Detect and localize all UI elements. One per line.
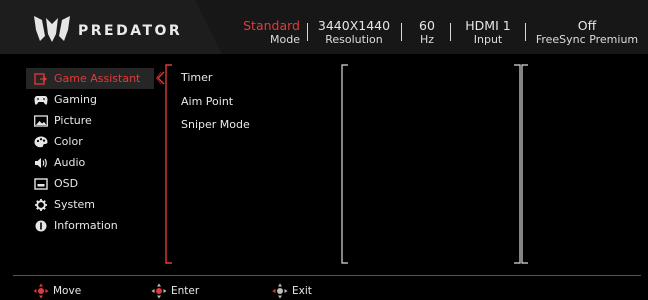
menu-item-label: Information xyxy=(54,219,118,232)
stat-freesync: Off FreeSync Premium xyxy=(530,19,644,47)
stat-input: HDMI 1 Input xyxy=(457,19,519,47)
footer-move-hint: Move xyxy=(33,283,81,299)
menu-item-osd[interactable]: OSD xyxy=(26,173,154,194)
speaker-icon xyxy=(35,157,47,168)
palette-icon xyxy=(34,136,48,147)
menu-item-gaming[interactable]: Gaming xyxy=(26,89,154,110)
header-separator xyxy=(401,23,402,41)
submenu-item-aim-point[interactable]: Aim Point xyxy=(181,92,250,116)
column-bracket-left xyxy=(341,64,348,264)
header-separator xyxy=(450,23,451,41)
gear-icon xyxy=(35,198,47,211)
game-assistant-icon xyxy=(34,72,48,85)
menu-item-label: Gaming xyxy=(54,93,97,106)
submenu-bracket xyxy=(165,64,172,264)
menu-item-label: Picture xyxy=(54,114,92,127)
menu-item-label: OSD xyxy=(54,177,79,190)
submenu-list: Timer Aim Point Sniper Mode xyxy=(181,68,250,139)
stat-refresh-rate: 60 Hz xyxy=(412,19,442,47)
stat-refresh-label: Hz xyxy=(419,33,435,46)
joystick-enter-icon xyxy=(151,283,167,299)
info-icon xyxy=(35,220,47,231)
stat-mode: Standard Mode xyxy=(243,19,300,47)
stat-resolution-label: Resolution xyxy=(325,33,383,46)
stat-mode-value: Standard xyxy=(243,18,300,33)
menu-item-label: Audio xyxy=(54,156,86,169)
predator-emblem-icon xyxy=(34,16,70,42)
menu-item-picture[interactable]: Picture xyxy=(26,110,154,131)
submenu-item-sniper-mode[interactable]: Sniper Mode xyxy=(181,115,250,139)
footer-divider xyxy=(13,275,641,276)
menu-item-system[interactable]: System xyxy=(26,194,154,215)
footer-exit-label: Exit xyxy=(292,285,312,297)
picture-icon xyxy=(34,114,48,127)
menu-item-audio[interactable]: Audio xyxy=(26,152,154,173)
joystick-move-icon xyxy=(33,283,49,299)
submenu-item-timer[interactable]: Timer xyxy=(181,68,250,92)
header-separator xyxy=(525,23,526,41)
brand-logo-text: PREDATOR xyxy=(78,23,183,39)
column-bracket-left xyxy=(521,64,528,264)
stat-refresh-value: 60 xyxy=(419,18,435,33)
menu-item-information[interactable]: Information xyxy=(26,215,154,236)
joystick-exit-icon xyxy=(272,283,288,299)
menu-item-label: Color xyxy=(54,135,83,148)
stat-input-label: Input xyxy=(473,33,503,46)
menu-item-game-assistant[interactable]: Game Assistant xyxy=(26,68,154,89)
header-separator xyxy=(307,23,308,41)
menu-item-color[interactable]: Color xyxy=(26,131,154,152)
footer-enter-hint: Enter xyxy=(151,283,199,299)
stat-resolution-value: 3440X1440 xyxy=(317,18,391,33)
footer-exit-hint: Exit xyxy=(272,283,312,299)
osd-icon xyxy=(34,177,48,190)
footer-enter-label: Enter xyxy=(171,285,200,297)
stat-freesync-value: Off xyxy=(577,18,597,33)
footer-move-label: Move xyxy=(53,285,82,297)
stat-mode-label: Mode xyxy=(270,33,300,46)
stat-freesync-label: FreeSync Premium xyxy=(535,33,639,46)
gamepad-icon xyxy=(34,95,48,105)
menu-item-label: System xyxy=(54,198,96,211)
stat-resolution: 3440X1440 Resolution xyxy=(313,19,395,47)
header-bar: PREDATOR Standard Mode 3440X1440 Resolut… xyxy=(0,0,648,54)
main-menu: Game Assistant Gaming Picture Color Audi… xyxy=(26,68,154,236)
menu-item-label: Game Assistant xyxy=(54,72,141,85)
stat-input-value: HDMI 1 xyxy=(465,18,511,33)
